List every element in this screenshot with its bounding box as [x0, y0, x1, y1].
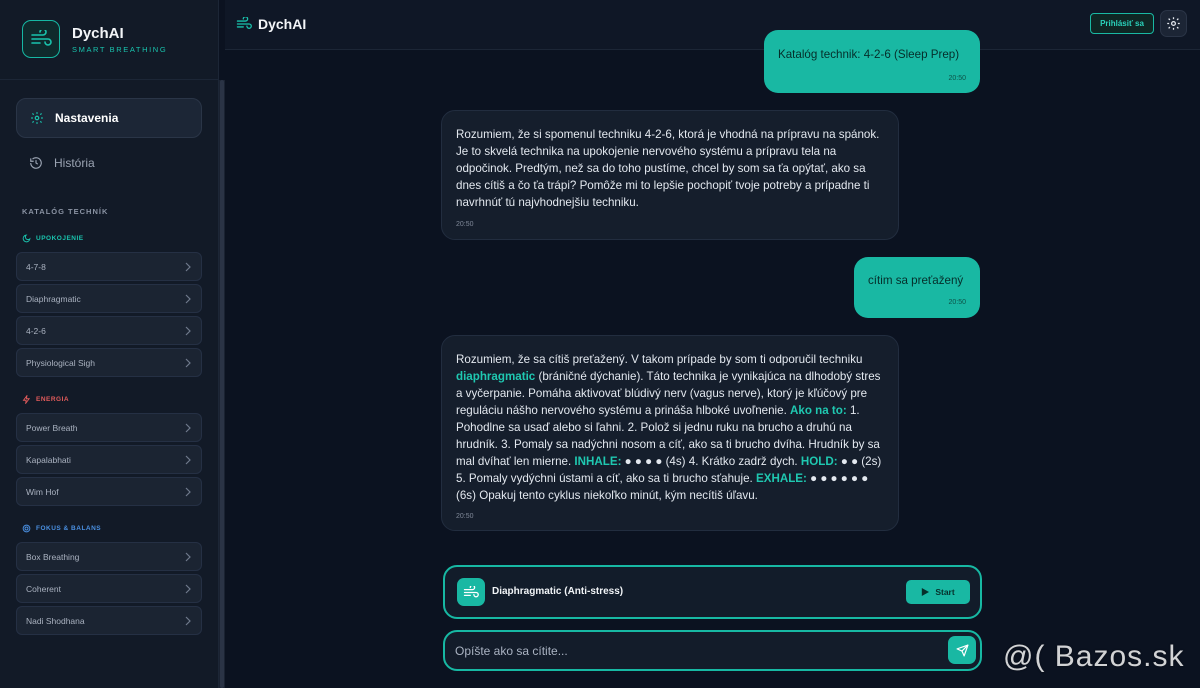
technique-coherent[interactable]: Coherent	[16, 574, 202, 603]
catalog-heading: KATALÓG TECHNÍK	[22, 207, 109, 216]
highlight-howto: Ako na to:	[790, 404, 847, 417]
message-input[interactable]	[455, 640, 935, 662]
message-user: cítim sa preťažený 20:50	[854, 257, 980, 318]
sidebar: DychAI SMART BREATHING Nastavenia Histór…	[0, 0, 219, 688]
highlight-technique: diaphragmatic	[456, 370, 536, 383]
nav-settings-label: Nastavenia	[55, 111, 119, 125]
message-input-bar	[443, 630, 982, 671]
wind-icon	[457, 578, 485, 606]
message-time: 20:50	[456, 221, 474, 228]
message-bot: Rozumiem, že si spomenul techniku 4-2-6,…	[441, 110, 899, 240]
technique-4-2-6[interactable]: 4-2-6	[16, 316, 202, 345]
message-bot: Rozumiem, že sa cítiš preťažený. V takom…	[441, 335, 899, 531]
target-icon	[22, 524, 31, 533]
sidebar-scrollbar-thumb[interactable]	[220, 80, 224, 688]
message-time: 20:50	[948, 75, 966, 82]
nav-history-label: História	[54, 156, 95, 170]
chevron-right-icon	[185, 326, 191, 336]
chevron-right-icon	[185, 616, 191, 626]
gear-icon	[1167, 17, 1180, 30]
chevron-right-icon	[185, 294, 191, 304]
chevron-right-icon	[185, 584, 191, 594]
chevron-right-icon	[185, 487, 191, 497]
technique-box-breathing[interactable]: Box Breathing	[16, 542, 202, 571]
gear-icon	[29, 110, 45, 126]
chevron-right-icon	[185, 455, 191, 465]
watermark: @( Bazos.sk	[1003, 640, 1185, 673]
technique-4-7-8[interactable]: 4-7-8	[16, 252, 202, 281]
highlight-hold: HOLD:	[800, 455, 838, 468]
message-text: cítim sa preťažený	[868, 274, 964, 287]
start-button[interactable]: Start	[906, 580, 970, 604]
send-button[interactable]	[948, 636, 976, 664]
chevron-right-icon	[185, 552, 191, 562]
technique-kapalabhati[interactable]: Kapalabhati	[16, 445, 202, 474]
login-button[interactable]: Prihlásiť sa	[1090, 13, 1154, 34]
message-text: Rozumiem, že sa cítiš preťažený. V takom…	[456, 353, 882, 502]
group-upokojenie-heading: UPOKOJENIE	[22, 234, 84, 243]
message-text: Katalóg technik: 4-2-6 (Sleep Prep)	[778, 48, 960, 61]
message-time: 20:50	[456, 513, 474, 520]
highlight-inhale: INHALE:	[574, 455, 622, 468]
header-title: DychAI	[258, 16, 307, 32]
group-fokus-heading: FOKUS & BALANS	[22, 524, 101, 533]
chevron-right-icon	[185, 423, 191, 433]
technique-wim-hof[interactable]: Wim Hof	[16, 477, 202, 506]
top-header: DychAI Prihlásiť sa	[225, 0, 1200, 50]
bolt-icon	[22, 395, 31, 404]
chevron-right-icon	[185, 262, 191, 272]
technique-physiological-sigh[interactable]: Physiological Sigh	[16, 348, 202, 377]
technique-power-breath[interactable]: Power Breath	[16, 413, 202, 442]
chevron-right-icon	[185, 358, 191, 368]
technique-start-card: Diaphragmatic (Anti-stress) Start	[443, 565, 982, 619]
technique-nadi-shodhana[interactable]: Nadi Shodhana	[16, 606, 202, 635]
brand-block: DychAI SMART BREATHING	[0, 0, 219, 80]
message-user: Katalóg technik: 4-2-6 (Sleep Prep) 20:5…	[764, 30, 980, 93]
settings-button[interactable]	[1160, 10, 1187, 37]
wind-icon	[236, 17, 252, 29]
brand-tagline: SMART BREATHING	[72, 45, 168, 54]
play-icon	[922, 588, 930, 596]
message-text: Rozumiem, že si spomenul techniku 4-2-6,…	[456, 128, 880, 209]
start-card-title: Diaphragmatic (Anti-stress)	[492, 586, 624, 597]
moon-icon	[22, 234, 31, 243]
group-energia-heading: ENERGIA	[22, 395, 69, 404]
nav-settings[interactable]: Nastavenia	[16, 98, 202, 138]
history-icon	[28, 155, 44, 171]
brand-name: DychAI	[72, 25, 124, 42]
technique-diaphragmatic[interactable]: Diaphragmatic	[16, 284, 202, 313]
message-time: 20:50	[948, 299, 966, 306]
nav-history[interactable]: História	[16, 143, 202, 183]
wind-logo-icon	[22, 20, 60, 58]
highlight-exhale: EXHALE:	[755, 472, 807, 485]
send-icon	[955, 643, 969, 657]
